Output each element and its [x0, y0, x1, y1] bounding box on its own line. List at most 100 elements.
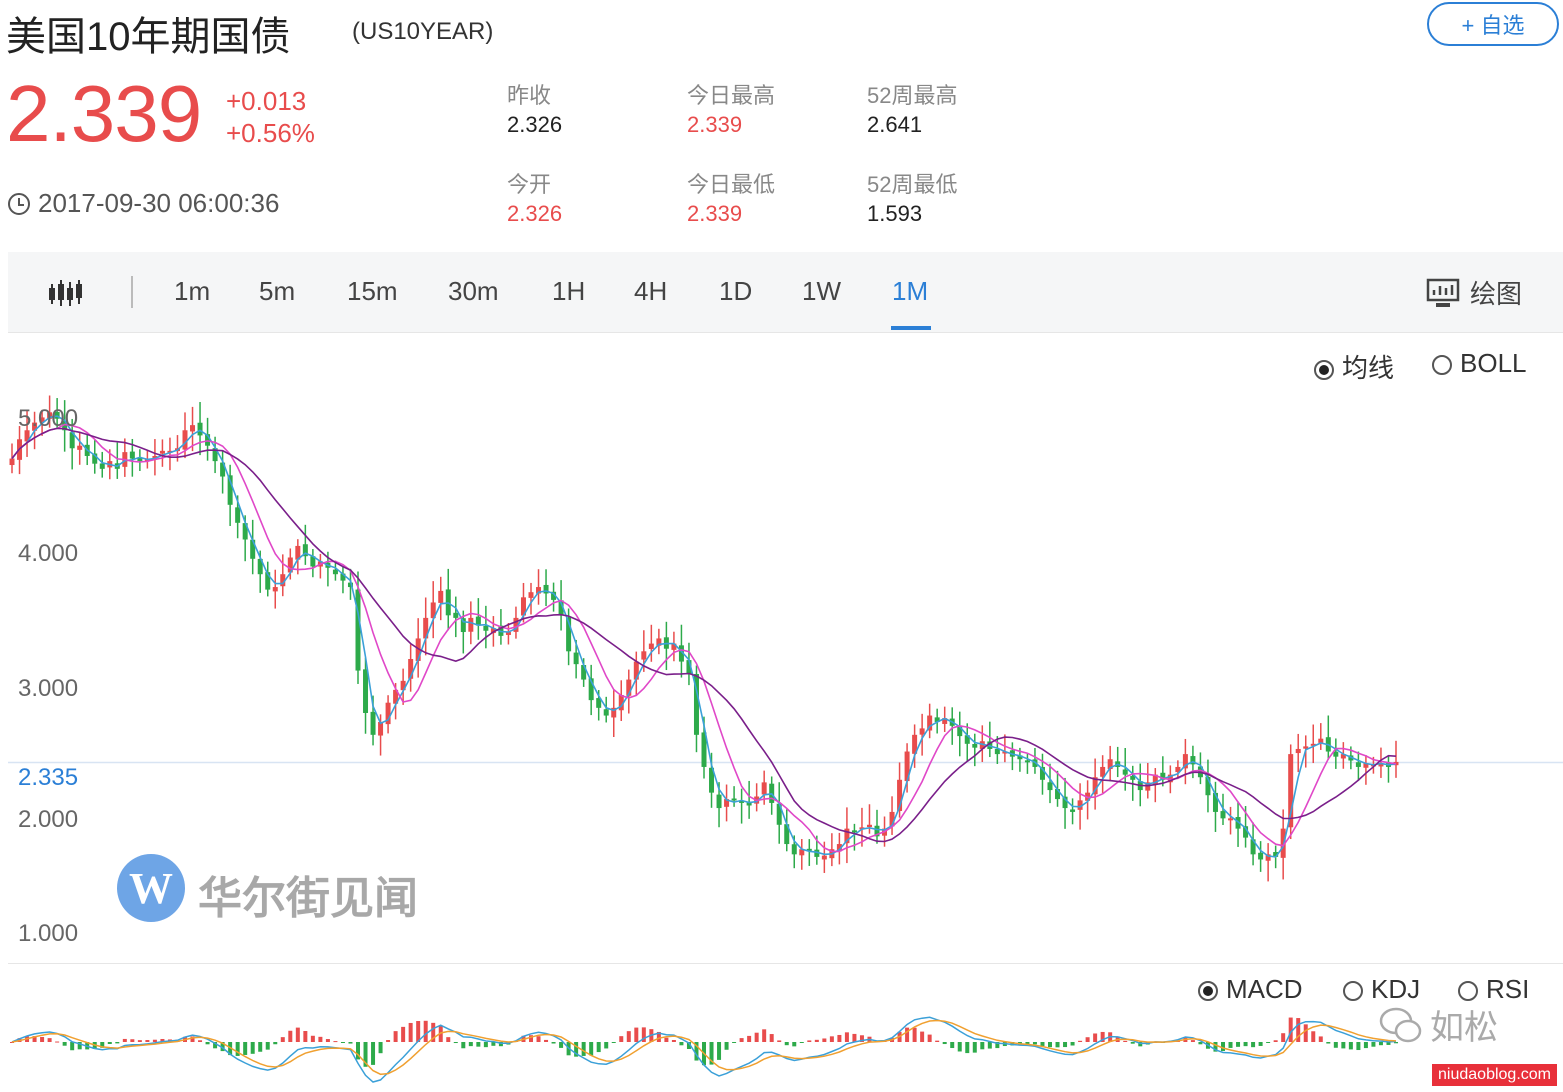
- macd-bar: [724, 1042, 729, 1050]
- macd-bar: [784, 1042, 789, 1046]
- interval-1h[interactable]: 1H: [552, 276, 585, 307]
- candle: [99, 451, 105, 478]
- candle: [1258, 841, 1264, 872]
- macd-bar: [619, 1036, 624, 1042]
- add-watchlist-button[interactable]: + 自选: [1427, 2, 1559, 46]
- y-tick-5: 5.000: [18, 405, 79, 432]
- candle: [957, 711, 963, 757]
- candle: [272, 569, 278, 609]
- interval-5m[interactable]: 5m: [259, 276, 295, 307]
- macd-bar: [198, 1040, 203, 1042]
- candle: [1310, 724, 1316, 764]
- macd-bar: [318, 1036, 323, 1042]
- interval-1m[interactable]: 1m: [174, 276, 210, 307]
- candle: [114, 442, 120, 479]
- interval-30m[interactable]: 30m: [448, 276, 499, 307]
- macd-bar: [205, 1042, 210, 1045]
- macd-bar: [950, 1042, 955, 1049]
- day-low-value: 2.339: [687, 201, 743, 226]
- chart-toolbar: 1m 5m 15m 30m 1H 4H 1D 1W 1M 绘图: [8, 252, 1563, 333]
- candle: [588, 664, 594, 716]
- macd-bar: [1228, 1042, 1233, 1048]
- candle: [806, 839, 812, 866]
- ma-mid-line: [11, 423, 1397, 853]
- macd-bar: [1070, 1042, 1075, 1046]
- candle: [137, 449, 143, 471]
- macd-bar: [807, 1040, 812, 1042]
- interval-15m[interactable]: 15m: [347, 276, 398, 307]
- candle: [754, 783, 760, 812]
- draw-button[interactable]: 绘图: [1426, 274, 1522, 311]
- candle: [1092, 758, 1098, 810]
- candle: [1355, 751, 1361, 781]
- candle: [1100, 755, 1106, 793]
- macd-bar: [1341, 1042, 1346, 1049]
- watermark-text: 华尔街见闻: [198, 873, 418, 924]
- macd-bar: [852, 1033, 857, 1042]
- candle: [340, 565, 346, 594]
- macd-bar: [303, 1031, 308, 1042]
- macd-bar: [1281, 1033, 1286, 1042]
- macd-bar: [1040, 1042, 1045, 1047]
- candlestick-icon[interactable]: [48, 276, 84, 317]
- candle: [430, 581, 436, 639]
- macd-bar: [348, 1042, 353, 1044]
- macd-bar: [829, 1036, 834, 1042]
- macd-bar: [1243, 1042, 1248, 1047]
- candle: [739, 788, 745, 824]
- macd-bar: [476, 1042, 481, 1047]
- macd-bar: [739, 1038, 744, 1042]
- monitor-chart-icon: [1426, 278, 1460, 307]
- candle: [1002, 734, 1008, 763]
- wechat-icon: [1379, 1007, 1422, 1042]
- candle: [551, 582, 557, 612]
- macd-chart[interactable]: [0, 1000, 1563, 1092]
- y-tick-2: 2.000: [18, 806, 79, 833]
- macd-bar: [310, 1035, 315, 1042]
- candle: [866, 804, 872, 834]
- change-percent: +0.56%: [226, 118, 315, 148]
- candle: [1070, 798, 1076, 825]
- candle: [317, 553, 323, 579]
- macd-bar: [799, 1042, 804, 1043]
- macd-bar: [965, 1042, 970, 1054]
- macd-bar: [1371, 1042, 1376, 1047]
- radio-unchecked-icon: [1343, 981, 1363, 1002]
- macd-bar: [378, 1042, 383, 1054]
- macd-bar: [1236, 1042, 1241, 1047]
- toolbar-divider: [131, 276, 133, 308]
- candle: [475, 598, 481, 640]
- candle: [265, 561, 271, 597]
- macd-bar: [1190, 1040, 1195, 1042]
- interval-1w[interactable]: 1W: [802, 276, 841, 307]
- macd-bar: [912, 1027, 917, 1042]
- open-label: 今开: [507, 172, 552, 197]
- candle: [611, 690, 617, 738]
- macd-bar: [1063, 1042, 1068, 1048]
- interval-4h[interactable]: 4H: [634, 276, 667, 307]
- prev-close-label: 昨收: [507, 83, 552, 108]
- macd-bar: [333, 1041, 338, 1043]
- macd-bar: [559, 1042, 564, 1048]
- interval-1mo[interactable]: 1M: [892, 276, 928, 307]
- candle: [1295, 733, 1301, 773]
- quote-timestamp: 2017-09-30 06:00:36: [38, 188, 280, 218]
- radio-checked-icon: [1198, 981, 1218, 1002]
- candle: [1182, 738, 1188, 785]
- macd-bar: [122, 1038, 127, 1042]
- candle: [724, 784, 730, 822]
- candle: [302, 524, 308, 565]
- candle: [1205, 759, 1211, 813]
- candle: [250, 519, 256, 575]
- macd-bar: [265, 1042, 270, 1050]
- macd-bar: [1078, 1040, 1083, 1042]
- candle: [1393, 740, 1399, 778]
- interval-1d[interactable]: 1D: [719, 276, 752, 307]
- macd-bar: [47, 1038, 52, 1042]
- macd-bar: [942, 1042, 947, 1045]
- macd-bar: [115, 1042, 120, 1044]
- symbol-code: (US10YEAR): [352, 18, 494, 45]
- y-tick-3: 3.000: [18, 675, 79, 702]
- macd-bar: [137, 1040, 142, 1042]
- candle: [1363, 755, 1369, 785]
